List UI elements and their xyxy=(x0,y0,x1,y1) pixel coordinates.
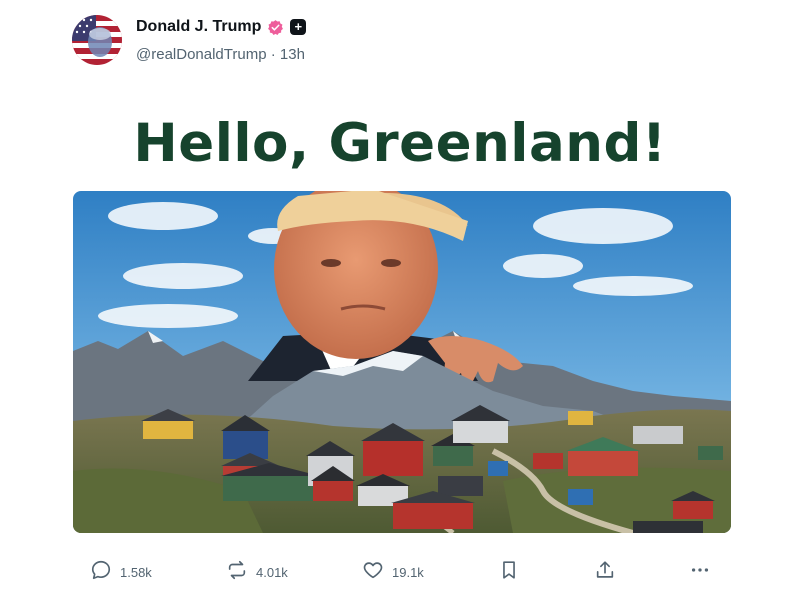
post-image[interactable] xyxy=(73,191,731,533)
meta-separator: · xyxy=(270,46,276,63)
post-headline: Hello, Greenland! xyxy=(133,113,667,174)
avatar[interactable] xyxy=(72,15,122,65)
like-count: 19.1k xyxy=(392,564,424,580)
repost-count: 4.01k xyxy=(256,564,288,580)
author-name-row: Donald J. Trump + xyxy=(136,16,307,38)
post-time[interactable]: 13h xyxy=(280,46,305,63)
like-button[interactable]: 19.1k xyxy=(362,556,424,588)
heart-icon xyxy=(362,559,384,586)
repost-icon xyxy=(226,559,248,586)
bookmark-icon xyxy=(498,559,520,586)
plus-badge-icon: + xyxy=(290,19,307,35)
verified-badge-icon xyxy=(267,19,284,36)
reply-button[interactable]: 1.58k xyxy=(90,556,152,588)
bookmark-button[interactable] xyxy=(498,556,520,588)
share-button[interactable] xyxy=(594,556,616,588)
display-name[interactable]: Donald J. Trump xyxy=(136,18,261,36)
reply-count: 1.58k xyxy=(120,564,152,580)
share-icon xyxy=(594,559,616,586)
more-icon xyxy=(689,559,711,586)
author-meta: @realDonaldTrump · 13h xyxy=(136,46,305,63)
reply-icon xyxy=(90,559,112,586)
more-options-button[interactable] xyxy=(689,556,711,588)
post-card: Donald J. Trump + @realDonaldTrump · 13h… xyxy=(54,0,746,600)
repost-button[interactable]: 4.01k xyxy=(226,556,288,588)
handle[interactable]: @realDonaldTrump xyxy=(136,46,267,63)
post-action-bar: 1.58k 4.01k 19.1k xyxy=(54,556,746,588)
